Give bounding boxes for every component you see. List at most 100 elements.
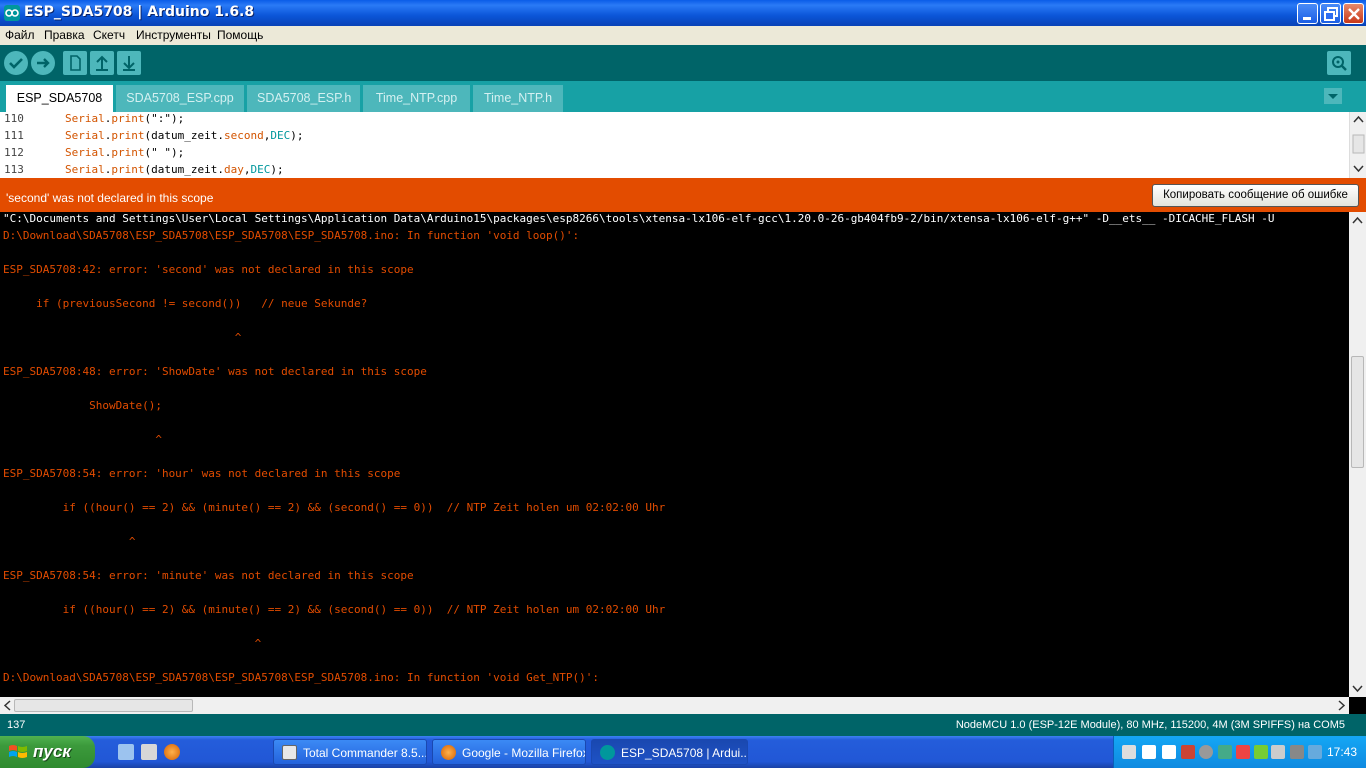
line-number: 111: [4, 129, 24, 142]
console-line: if ((hour() == 2) && (minute() == 2) && …: [3, 603, 666, 616]
line-number-gutter: 110 111 112 113: [0, 112, 36, 178]
console-line: if (previousSecond != second()) // neue …: [3, 297, 368, 310]
save-icon: [123, 56, 135, 71]
maximize-button[interactable]: [1320, 3, 1341, 24]
total-commander-icon: [282, 745, 297, 760]
task-firefox[interactable]: Google - Mozilla Firefox: [432, 739, 586, 765]
console-line: D:\Download\SDA5708\ESP_SDA5708\ESP_SDA5…: [3, 229, 580, 242]
console-error-line: ESP_SDA5708:54: error: 'hour' was not de…: [3, 467, 401, 480]
code-line: Serial.print(datum_zeit.second,DEC);: [65, 129, 304, 142]
document-icon[interactable]: [1142, 745, 1156, 759]
menu-tools[interactable]: Инструменты: [136, 28, 211, 42]
chevron-down-icon: [1328, 94, 1338, 99]
serial-monitor-button[interactable]: [1327, 51, 1351, 75]
scroll-right-icon: [1338, 700, 1346, 711]
console-line: ^: [3, 433, 162, 446]
console-line: ^: [3, 535, 136, 548]
quicklaunch-app-icon[interactable]: [141, 744, 157, 760]
monitor-icon[interactable]: [1271, 745, 1285, 759]
console-error-line: ESP_SDA5708:54: error: 'minute' was not …: [3, 569, 414, 582]
serial-monitor-icon: [1332, 56, 1347, 71]
console-line: ^: [3, 637, 262, 650]
display-icon[interactable]: [1290, 745, 1304, 759]
window-icon[interactable]: [1162, 745, 1176, 759]
close-button[interactable]: [1343, 3, 1364, 24]
task-arduino[interactable]: ESP_SDA5708 | Ardui...: [591, 739, 748, 765]
console-error-line: ESP_SDA5708:48: error: 'ShowDate' was no…: [3, 365, 427, 378]
grid-icon[interactable]: [1181, 745, 1195, 759]
scroll-up-icon: [1352, 216, 1363, 224]
toolbar: [0, 45, 1366, 81]
tab-time-ntp-h[interactable]: Time_NTP.h: [473, 85, 563, 112]
code-line: Serial.print(" ");: [65, 146, 185, 159]
start-label: пуск: [33, 742, 71, 761]
console-line: if ((hour() == 2) && (minute() == 2) && …: [3, 501, 666, 514]
line-number: 110: [4, 112, 24, 125]
close-icon: [1348, 8, 1360, 20]
firefox-quicklaunch-icon[interactable]: [164, 744, 180, 760]
code-line: Serial.print(datum_zeit.day,DEC);: [65, 163, 284, 176]
scroll-left-icon: [3, 700, 11, 711]
window-title: ESP_SDA5708 | Arduino 1.6.8: [24, 4, 255, 20]
tab-bar: ESP_SDA5708 SDA5708_ESP.cpp SDA5708_ESP.…: [0, 81, 1366, 112]
menu-sketch[interactable]: Скетч: [93, 28, 125, 42]
scroll-down-icon: [1352, 685, 1363, 693]
line-number: 113: [4, 163, 24, 176]
battery-icon[interactable]: [1254, 745, 1268, 759]
console-line: ShowDate();: [3, 399, 162, 412]
network-icon[interactable]: [1122, 745, 1136, 759]
console-horizontal-scrollbar[interactable]: [0, 697, 1349, 714]
task-total-commander[interactable]: Total Commander 8.5...: [273, 739, 427, 765]
tab-sda5708-esp-cpp[interactable]: SDA5708_ESP.cpp: [116, 85, 244, 112]
console-line: ^: [3, 331, 242, 344]
restore-icon: [1324, 7, 1338, 21]
console-line: D:\Download\SDA5708\ESP_SDA5708\ESP_SDA5…: [3, 671, 600, 684]
minimize-icon: [1303, 17, 1311, 20]
error-message: 'second' was not declared in this scope: [6, 191, 214, 205]
show-desktop-icon[interactable]: [118, 744, 134, 760]
tab-sda5708-esp-h[interactable]: SDA5708_ESP.h: [247, 85, 360, 112]
open-button[interactable]: [90, 51, 114, 75]
tab-menu-button[interactable]: [1324, 88, 1342, 104]
system-tray: 17:43: [1113, 736, 1366, 768]
upload-button[interactable]: [31, 51, 55, 75]
start-button[interactable]: пуск: [0, 736, 95, 768]
menu-edit[interactable]: Правка: [44, 28, 85, 42]
usb-icon[interactable]: [1218, 745, 1232, 759]
taskbar: пуск Total Commander 8.5... Google - Moz…: [0, 736, 1366, 768]
line-number-status: 137: [7, 719, 26, 731]
clock: 17:43: [1326, 745, 1357, 759]
horizontal-scroll-thumb[interactable]: [14, 699, 193, 712]
arduino-infinity-icon: [4, 5, 20, 21]
line-number: 112: [4, 146, 24, 159]
verify-icon: [9, 58, 23, 69]
menu-bar: Файл Правка Скетч Инструменты Помощь: [0, 26, 1366, 45]
upload-icon: [37, 58, 50, 68]
code-line: Serial.print(":");: [65, 112, 185, 125]
board-info: NodeMCU 1.0 (ESP-12E Module), 80 MHz, 11…: [955, 719, 1345, 731]
menu-help[interactable]: Помощь: [217, 28, 263, 42]
editor-scrollbar[interactable]: [1349, 112, 1366, 178]
menu-file[interactable]: Файл: [5, 28, 35, 42]
vertical-scroll-thumb[interactable]: [1351, 356, 1364, 468]
minimize-button[interactable]: [1297, 3, 1318, 24]
console-output[interactable]: "C:\Documents and Settings\User\Local Se…: [0, 212, 1366, 697]
tab-esp-sda5708[interactable]: ESP_SDA5708: [6, 85, 113, 112]
open-icon: [96, 55, 108, 71]
tab-time-ntp-cpp[interactable]: Time_NTP.cpp: [363, 85, 470, 112]
status-bar: 137 NodeMCU 1.0 (ESP-12E Module), 80 MHz…: [0, 714, 1366, 736]
arduino-infinity-icon: [600, 745, 615, 760]
verify-button[interactable]: [4, 51, 28, 75]
copy-error-button[interactable]: Копировать сообщение об ошибке: [1152, 184, 1359, 207]
code-editor[interactable]: 110 111 112 113 Serial.print(":"); Seria…: [0, 112, 1366, 178]
disk-icon[interactable]: [1199, 745, 1213, 759]
firefox-icon: [441, 745, 456, 760]
new-button[interactable]: [63, 51, 87, 75]
volume-icon[interactable]: [1236, 745, 1250, 759]
title-bar: ESP_SDA5708 | Arduino 1.6.8: [0, 0, 1366, 26]
windows-logo-icon: [9, 745, 27, 758]
settings-icon[interactable]: [1308, 745, 1322, 759]
save-button[interactable]: [117, 51, 141, 75]
new-icon: [70, 55, 81, 71]
console-command-line: "C:\Documents and Settings\User\Local Se…: [3, 212, 1275, 225]
